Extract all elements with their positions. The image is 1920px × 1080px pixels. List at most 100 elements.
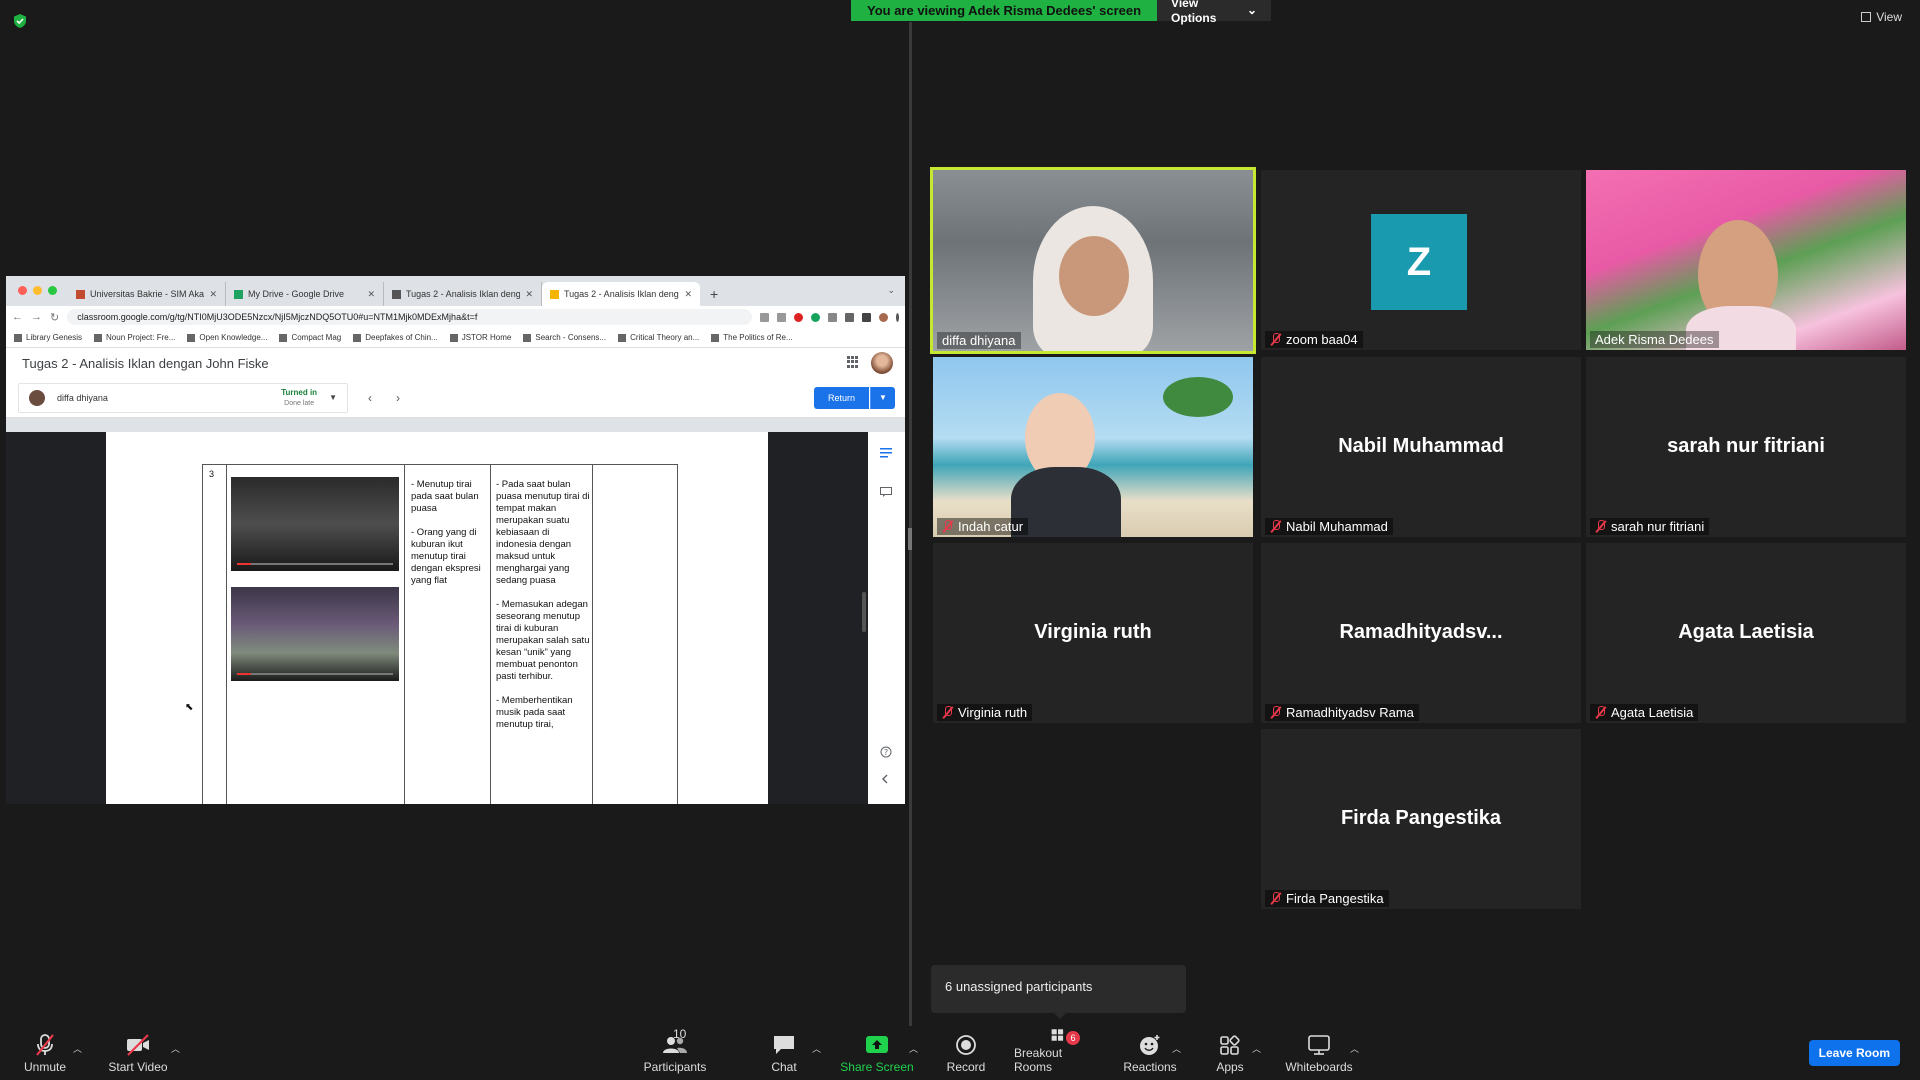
address-bar-row: ← → ↻ classroom.google.com/g/tg/NTI0MjU3… <box>6 306 905 328</box>
close-tab-icon[interactable]: ✕ <box>367 289 375 300</box>
next-student-icon[interactable]: › <box>396 391 400 405</box>
share-screen-label: Share Screen <box>840 1060 914 1074</box>
extension-icon[interactable] <box>828 312 837 322</box>
puzzle-icon[interactable] <box>845 312 854 322</box>
participant-tile[interactable]: sarah nur fitriani sarah nur fitriani <box>1586 357 1906 537</box>
browser-tab[interactable]: Universitas Bakrie - SIM Akad... ✕ <box>68 282 226 306</box>
status-label: Turned in <box>281 387 318 397</box>
grid-view-icon <box>1861 12 1872 22</box>
bookmark-star-icon[interactable] <box>777 312 786 322</box>
start-video-button[interactable]: Start Video <box>105 1028 171 1080</box>
close-tab-icon[interactable]: ✕ <box>684 289 692 300</box>
unmute-button[interactable]: Unmute <box>22 1028 68 1080</box>
reactions-button[interactable]: Reactions <box>1122 1028 1178 1080</box>
google-apps-icon[interactable] <box>847 356 859 368</box>
bookmark-item[interactable]: Compact Mag <box>279 333 341 342</box>
bookmark-item[interactable]: Library Genesis <box>14 333 82 342</box>
forward-icon[interactable]: → <box>31 311 42 323</box>
help-icon[interactable]: ? <box>880 746 892 758</box>
mic-muted-icon <box>942 520 954 533</box>
account-avatar[interactable] <box>871 352 893 374</box>
comment-icon[interactable] <box>880 487 892 497</box>
maximize-window-icon[interactable] <box>48 286 57 295</box>
participant-tile[interactable]: Nabil Muhammad Nabil Muhammad <box>1261 357 1581 537</box>
bookmark-item[interactable]: Critical Theory an... <box>618 333 699 342</box>
back-icon[interactable]: ← <box>12 311 23 323</box>
extension-icon[interactable] <box>811 312 820 322</box>
mic-muted-icon <box>1270 520 1282 533</box>
reload-icon[interactable]: ↻ <box>50 311 59 324</box>
browser-tab[interactable]: My Drive - Google Drive ✕ <box>226 282 384 306</box>
split-drag-handle[interactable] <box>908 528 912 550</box>
participant-tile[interactable]: Z zoom baa04 <box>1261 170 1581 350</box>
extension-icon[interactable] <box>794 312 803 322</box>
bookmark-item[interactable]: JSTOR Home <box>449 333 511 342</box>
encryption-shield-icon[interactable] <box>12 13 28 29</box>
chat-options-caret-icon[interactable]: ︿ <box>812 1042 821 1055</box>
return-button[interactable]: Return <box>813 387 869 409</box>
view-button[interactable]: View <box>1861 10 1902 24</box>
close-tab-icon[interactable]: ✕ <box>525 289 533 300</box>
apps-button[interactable]: Apps <box>1210 1028 1250 1080</box>
profile-avatar[interactable] <box>879 312 888 322</box>
participant-tile[interactable]: Virginia ruth Virginia ruth <box>933 543 1253 723</box>
breakout-rooms-button[interactable]: 6 Breakout Rooms <box>1014 1028 1102 1080</box>
audio-options-caret-icon[interactable]: ︿ <box>73 1042 82 1055</box>
participant-name-tag: zoom baa04 <box>1265 331 1363 348</box>
share-screen-button[interactable]: Share Screen <box>840 1028 914 1080</box>
video-progress-bar <box>237 673 393 675</box>
split-divider[interactable] <box>909 22 912 1026</box>
minimize-window-icon[interactable] <box>33 286 42 295</box>
record-icon <box>956 1035 976 1055</box>
previous-student-icon[interactable]: ‹ <box>368 391 372 405</box>
kebab-menu-icon[interactable] <box>896 312 899 322</box>
bookmark-item[interactable]: Noun Project: Fre... <box>94 333 175 342</box>
participant-tile[interactable]: Adek Risma Dedees <box>1586 170 1906 350</box>
participant-name: Virginia ruth <box>958 705 1028 720</box>
participant-tile[interactable]: Ramadhityadsv... Ramadhityadsv Rama <box>1261 543 1581 723</box>
chat-label: Chat <box>771 1060 797 1074</box>
chevron-down-icon: ⌄ <box>1246 3 1258 17</box>
bookmark-item[interactable]: Deepfakes of Chin... <box>353 333 438 342</box>
document-scrollbar[interactable] <box>862 592 866 632</box>
bookmark-item[interactable]: Open Knowledge... <box>187 333 267 342</box>
participant-name: Agata Laetisia <box>1611 705 1694 720</box>
record-button[interactable]: Record <box>945 1028 987 1080</box>
close-tab-icon[interactable]: ✕ <box>209 289 217 300</box>
video-options-caret-icon[interactable]: ︿ <box>171 1042 180 1055</box>
whiteboards-options-caret-icon[interactable]: ︿ <box>1350 1042 1359 1055</box>
url-field[interactable]: classroom.google.com/g/tg/NTI0MjU3ODE5Nz… <box>67 309 752 325</box>
participants-button[interactable]: 10 Participants <box>643 1027 707 1080</box>
sidebar-icon[interactable] <box>862 312 871 322</box>
return-dropdown-button[interactable]: ▼ <box>870 387 895 409</box>
grading-list-icon[interactable] <box>880 448 892 458</box>
tab-search-icon[interactable]: ⌄ <box>887 285 895 296</box>
chat-button[interactable]: Chat <box>767 1028 801 1080</box>
new-tab-button[interactable]: + <box>700 282 728 306</box>
participant-name: Adek Risma Dedees <box>1595 332 1714 347</box>
bookmark-item[interactable]: The Politics of Re... <box>711 333 793 342</box>
share-icon[interactable] <box>760 312 769 322</box>
whiteboards-button[interactable]: Whiteboards <box>1282 1028 1356 1080</box>
reactions-options-caret-icon[interactable]: ︿ <box>1172 1042 1181 1055</box>
participant-tile[interactable]: Indah catur <box>933 357 1253 537</box>
student-selector[interactable]: diffa dhiyana Turned in Done late ▼ <box>18 382 348 413</box>
bookmark-label: Open Knowledge... <box>199 333 268 342</box>
apps-options-caret-icon[interactable]: ︿ <box>1252 1042 1261 1055</box>
share-options-caret-icon[interactable]: ︿ <box>909 1042 918 1055</box>
palm-tree-leaves <box>1163 377 1233 417</box>
participant-display-name: Nabil Muhammad <box>1338 435 1504 457</box>
participant-tile[interactable]: Agata Laetisia Agata Laetisia <box>1586 543 1906 723</box>
bookmark-item[interactable]: Search - Consens... <box>523 333 606 342</box>
close-window-icon[interactable] <box>18 286 27 295</box>
browser-tab-active[interactable]: Tugas 2 - Analisis Iklan denga... ✕ <box>542 282 700 306</box>
bookmark-label: Critical Theory an... <box>630 333 700 342</box>
bookmark-label: Noun Project: Fre... <box>106 333 176 342</box>
browser-tab[interactable]: Tugas 2 - Analisis Iklan denga... ✕ <box>384 282 542 306</box>
participant-tile[interactable]: Firda Pangestika Firda Pangestika <box>1261 729 1581 909</box>
collapse-panel-icon[interactable] <box>880 774 892 784</box>
participant-tile-active-speaker[interactable]: diffa dhiyana <box>930 167 1256 354</box>
view-options-button[interactable]: View Options ⌄ <box>1157 0 1272 25</box>
leave-room-button[interactable]: Leave Room <box>1808 1040 1900 1066</box>
participant-name-tag: Adek Risma Dedees <box>1590 331 1719 348</box>
